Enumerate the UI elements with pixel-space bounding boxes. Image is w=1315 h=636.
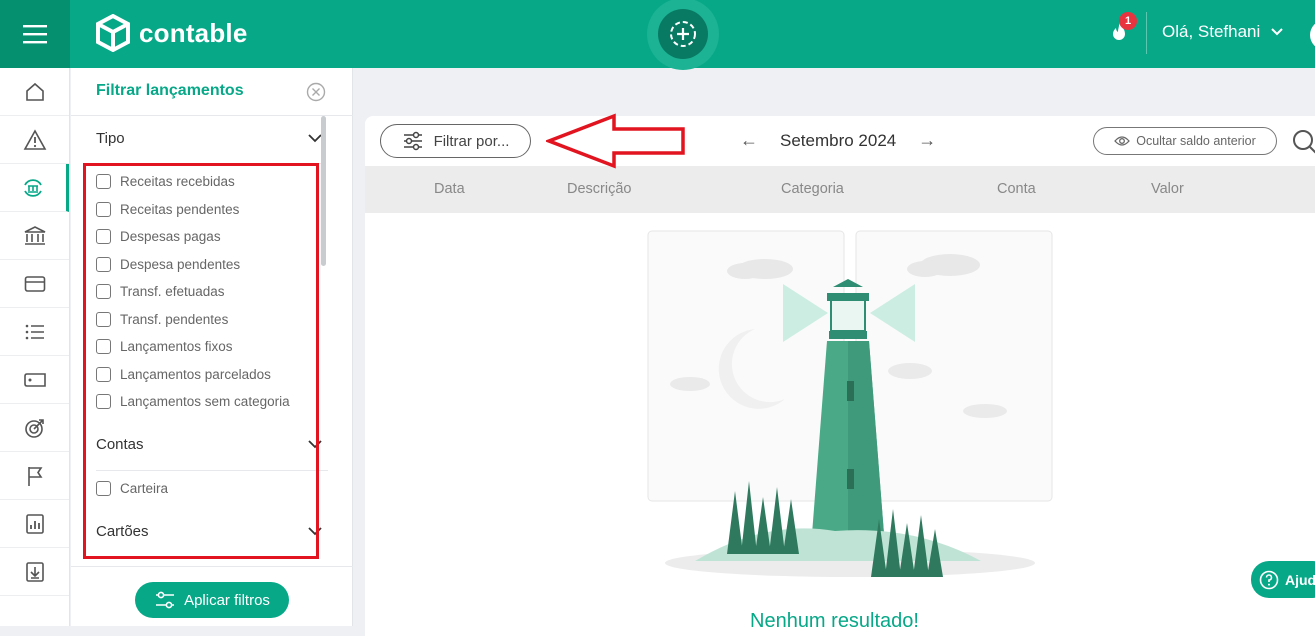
hide-balance-label: Ocultar saldo anterior [1136, 134, 1256, 148]
hamburger-icon [23, 25, 47, 44]
question-icon [1259, 570, 1279, 589]
transactions-icon [24, 178, 42, 197]
home-icon [25, 82, 44, 101]
alert-icon [23, 128, 46, 150]
arrow-right-icon[interactable]: → [918, 130, 936, 151]
sliders-icon [403, 131, 422, 151]
box-logo-icon [96, 14, 130, 52]
column-header-descricao[interactable]: Descrição [567, 181, 631, 197]
column-header-data[interactable]: Data [434, 181, 465, 197]
filter-by-label: Filtrar por... [433, 132, 510, 150]
sidebar-item-home[interactable] [0, 68, 69, 116]
lighthouse-illustration [647, 230, 1053, 577]
divider [71, 566, 353, 567]
table-header: Data Descrição Categoria Conta Valor [365, 166, 1315, 213]
sidebar-item-objectives[interactable] [0, 452, 69, 500]
sidebar-item-cards[interactable] [0, 260, 69, 308]
tag-icon [23, 372, 46, 387]
avatar[interactable] [1310, 20, 1315, 50]
sidebar [0, 68, 70, 626]
column-header-categoria[interactable]: Categoria [781, 181, 844, 197]
app-name: contable [139, 17, 248, 48]
list-icon [25, 324, 44, 339]
sidebar-item-export[interactable] [0, 548, 69, 596]
sidebar-item-accounts[interactable] [0, 212, 69, 260]
section-tipo-label: Tipo [96, 130, 125, 147]
sidebar-item-reports[interactable] [0, 500, 69, 548]
top-bar: contable 1 Olá, Stefhani [0, 0, 1315, 70]
column-header-valor[interactable]: Valor [1151, 181, 1184, 197]
user-menu[interactable]: Olá, Stefhani [1162, 22, 1284, 42]
divider [71, 115, 353, 116]
chevron-down-icon [308, 134, 322, 143]
search-icon[interactable] [1291, 128, 1315, 154]
arrow-left-icon[interactable]: ← [740, 130, 758, 151]
filter-panel: Filtrar lançamentos Tipo Receitas recebi… [71, 68, 353, 626]
close-icon[interactable] [306, 82, 326, 102]
help-button[interactable]: Ajuda [1251, 561, 1315, 598]
notification-badge: 1 [1119, 12, 1137, 30]
apply-filters-button[interactable]: Aplicar filtros [135, 582, 289, 618]
user-greeting: Olá, Stefhani [1162, 22, 1261, 41]
month-navigator: ← Setembro 2024 → [740, 130, 936, 151]
current-month: Setembro 2024 [780, 130, 897, 150]
annotation-arrow [546, 113, 685, 169]
sliders-icon [156, 591, 175, 609]
target-icon [24, 418, 44, 438]
card-icon [24, 275, 45, 292]
empty-state-title: Nenhum resultado! [750, 610, 919, 632]
sidebar-item-categories[interactable] [0, 308, 69, 356]
transactions-panel: Filtrar por... ← Setembro 2024 → Ocultar… [365, 116, 1315, 636]
chevron-down-icon [1271, 28, 1283, 36]
sidebar-item-alerts[interactable] [0, 116, 69, 164]
add-transaction-button[interactable] [647, 0, 719, 70]
plus-circle-icon [670, 21, 696, 47]
menu-button[interactable] [0, 0, 70, 68]
download-icon [25, 561, 44, 582]
app-logo[interactable]: contable [95, 14, 248, 52]
highlight-box [83, 163, 319, 559]
filter-panel-title: Filtrar lançamentos [96, 82, 244, 99]
sidebar-item-tags[interactable] [0, 356, 69, 404]
sidebar-item-goals[interactable] [0, 404, 69, 452]
help-label: Ajuda [1285, 571, 1315, 588]
flag-icon [27, 466, 42, 486]
column-header-conta[interactable]: Conta [997, 181, 1036, 197]
hide-balance-button[interactable]: Ocultar saldo anterior [1093, 127, 1277, 155]
section-tipo[interactable]: Tipo [96, 130, 322, 147]
eye-icon [1114, 136, 1131, 146]
report-icon [25, 513, 44, 534]
sidebar-item-transactions[interactable] [0, 164, 69, 212]
bank-icon [24, 225, 45, 245]
scrollbar-thumb[interactable] [321, 116, 326, 266]
apply-filters-label: Aplicar filtros [184, 591, 270, 609]
filter-by-button[interactable]: Filtrar por... [380, 124, 531, 158]
header-divider [1146, 12, 1147, 54]
